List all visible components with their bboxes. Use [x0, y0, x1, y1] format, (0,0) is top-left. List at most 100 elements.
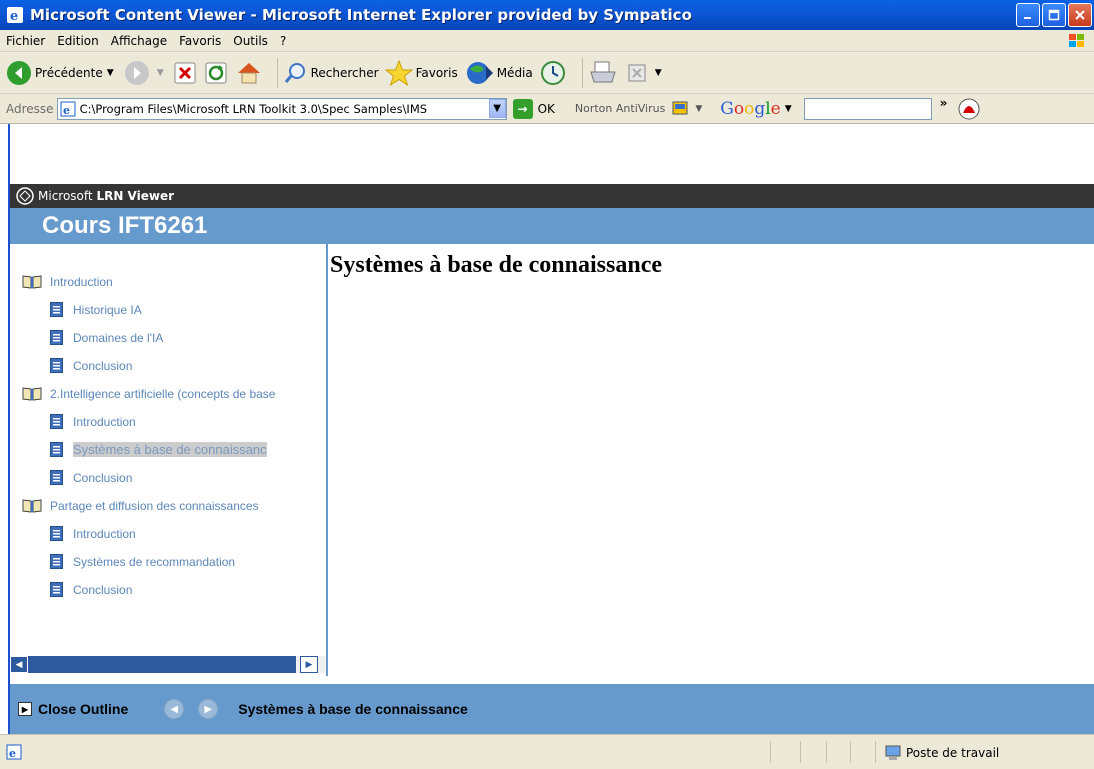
address-value: C:\Program Files\Microsoft LRN Toolkit 3…: [79, 101, 428, 116]
next-arrow-icon: ▶: [204, 703, 213, 715]
outline-page[interactable]: Conclusion: [50, 358, 132, 373]
status-divider: [875, 741, 876, 763]
go-label: OK: [537, 101, 555, 116]
norton-dropdown-icon[interactable]: ▼: [695, 104, 702, 114]
edit-dropdown-icon[interactable]: ▼: [655, 68, 662, 78]
forward-button[interactable]: ▼: [124, 60, 168, 86]
print-icon: [590, 61, 616, 82]
outline-page[interactable]: Domaines de l'IA: [50, 330, 163, 345]
go-arrow-icon: →: [512, 98, 533, 119]
outline-item-label: Conclusion: [73, 358, 133, 373]
outline-section[interactable]: Introduction: [22, 274, 113, 289]
status-bar: e Poste de travail: [0, 734, 1094, 769]
svg-text:e: e: [9, 747, 16, 760]
outline-item-label: Historique IA: [73, 302, 142, 317]
stop-button[interactable]: [174, 62, 199, 84]
search-icon: [284, 62, 305, 83]
page-icon: e: [60, 101, 76, 117]
go-button[interactable]: → OK: [512, 98, 555, 119]
favorites-label: Favoris: [415, 65, 458, 80]
close-icon: [1075, 10, 1085, 20]
history-button[interactable]: [539, 60, 570, 86]
close-outline-button[interactable]: ▶ Close Outline: [18, 701, 128, 717]
menu-favoris[interactable]: Favoris: [179, 34, 221, 48]
page-icon: [50, 414, 63, 429]
book-icon: [22, 499, 42, 513]
windows-flag-icon: [1069, 34, 1084, 47]
outline-page[interactable]: Introduction: [50, 526, 136, 541]
book-icon: [22, 275, 42, 289]
outline-item-label: 2.Intelligence artificielle (concepts de…: [50, 386, 276, 401]
favorites-star-icon: [384, 59, 413, 86]
scroll-right-icon[interactable]: ▶: [300, 656, 318, 673]
menu-affichage[interactable]: Affichage: [111, 34, 167, 48]
back-button[interactable]: Précédente ▼: [6, 60, 118, 86]
navigation-bar: ▶ Close Outline ◀ ▶ Systèmes à base de c…: [10, 684, 1094, 734]
search-button[interactable]: Rechercher: [284, 61, 379, 85]
title-bar[interactable]: e Microsoft Content Viewer - Microsoft I…: [0, 0, 1094, 30]
menu-edition[interactable]: Edition: [57, 34, 99, 48]
outline-section[interactable]: 2.Intelligence artificielle (concepts de…: [22, 386, 275, 401]
close-button[interactable]: [1068, 3, 1092, 27]
status-divider: [850, 741, 851, 763]
outline-page[interactable]: Conclusion: [50, 470, 132, 485]
search-label: Rechercher: [310, 65, 379, 80]
page-icon: [50, 302, 63, 317]
page-icon: [50, 330, 63, 345]
outline-page[interactable]: Historique IA: [50, 302, 142, 317]
edit-button[interactable]: ▼: [626, 62, 666, 84]
outline-page[interactable]: Systèmes à base de connaissanc: [50, 442, 267, 457]
svg-text:e: e: [63, 104, 70, 117]
window-left-border: [0, 124, 10, 769]
refresh-button[interactable]: [205, 62, 230, 84]
status-divider: [826, 741, 827, 763]
home-button[interactable]: [236, 61, 265, 85]
viewer-brand: Microsoft LRN Viewer: [38, 189, 174, 203]
address-dropdown-icon[interactable]: ▼: [488, 99, 506, 118]
back-dropdown-icon[interactable]: ▼: [107, 68, 114, 78]
media-button[interactable]: Média: [464, 60, 533, 86]
page-icon: [50, 582, 63, 597]
menu-help[interactable]: ?: [280, 34, 286, 48]
status-divider: [800, 741, 801, 763]
stop-icon: [174, 62, 196, 83]
google-search-input[interactable]: [803, 97, 932, 120]
current-page-title: Systèmes à base de connaissance: [238, 701, 468, 717]
scrollbar-thumb[interactable]: [28, 656, 296, 673]
norton-toolbar[interactable]: Norton AntiVirus ▼: [575, 100, 706, 118]
outline-section[interactable]: Partage et diffusion des connaissances: [22, 498, 259, 513]
outline-page[interactable]: Introduction: [50, 414, 136, 429]
previous-page-button[interactable]: ◀: [164, 699, 185, 719]
pdf-icon[interactable]: [957, 97, 981, 121]
outline-item-label: Introduction: [73, 526, 136, 541]
forward-dropdown-icon[interactable]: ▼: [157, 68, 164, 78]
outline-page[interactable]: Conclusion: [50, 582, 132, 597]
norton-label: Norton AntiVirus: [574, 102, 666, 115]
lrn-header: Microsoft LRN Viewer: [10, 184, 1094, 208]
media-label: Média: [496, 65, 533, 80]
outline-horizontal-scrollbar[interactable]: ◀ ▶: [10, 656, 326, 673]
norton-icon: [672, 101, 688, 114]
outline-item-label: Partage et diffusion des connaissances: [50, 498, 259, 513]
menu-outils[interactable]: Outils: [233, 34, 268, 48]
address-input[interactable]: e C:\Program Files\Microsoft LRN Toolkit…: [56, 97, 507, 120]
toolbar-overflow-icon[interactable]: »: [940, 96, 948, 110]
outline-item-label: Domaines de l'IA: [73, 330, 164, 345]
menu-fichier[interactable]: Fichier: [6, 34, 45, 48]
outline-page[interactable]: Systèmes de recommandation: [50, 554, 235, 569]
page-icon: [50, 470, 63, 485]
google-logo: Google: [720, 98, 781, 119]
toolbar-separator: [581, 57, 583, 88]
scroll-left-icon[interactable]: ◀: [10, 656, 28, 673]
favorites-button[interactable]: Favoris: [384, 59, 458, 86]
next-page-button[interactable]: ▶: [198, 699, 219, 719]
minimize-button[interactable]: [1016, 3, 1040, 27]
maximize-button[interactable]: [1042, 3, 1066, 27]
brand-name: LRN Viewer: [96, 189, 175, 203]
google-dropdown-icon[interactable]: ▼: [785, 104, 792, 114]
outline-item-label: Systèmes de recommandation: [73, 554, 236, 569]
google-toolbar[interactable]: Google ▼: [720, 97, 932, 120]
page-icon: [50, 358, 63, 373]
print-button[interactable]: [589, 60, 620, 86]
page-icon: [50, 526, 63, 541]
